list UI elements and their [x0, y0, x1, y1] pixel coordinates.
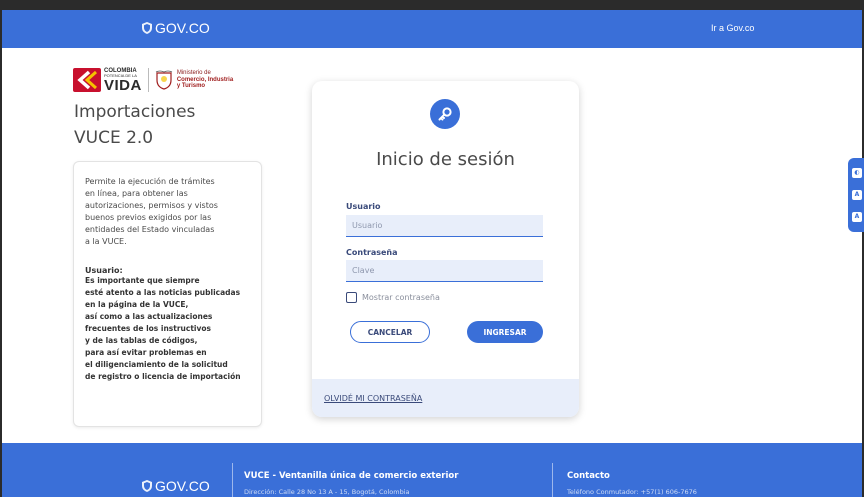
ministry-logo: Ministerio de Comercio, Industria y Turi… — [155, 70, 233, 91]
info-card: Permite la ejecución de trámites en líne… — [73, 161, 262, 427]
gov-co-logo[interactable]: GOV.CO — [142, 20, 210, 36]
username-label: Usuario — [346, 202, 381, 211]
key-badge — [430, 99, 460, 129]
info-note-title: Usuario: — [85, 266, 123, 275]
footer-gov-shield-icon — [142, 480, 152, 492]
show-password-toggle[interactable]: Mostrar contraseña — [346, 292, 440, 303]
password-label: Contraseña — [346, 248, 398, 257]
coat-of-arms-icon — [155, 70, 173, 90]
info-description: Permite la ejecución de trámites en líne… — [85, 177, 218, 246]
brand-divider — [147, 68, 149, 92]
footer-vuce-address: Dirección: Calle 28 No 13 A - 15, Bogotá… — [244, 488, 410, 496]
footer-separator — [552, 463, 553, 497]
footer-separator — [232, 463, 233, 497]
footer-vuce-title: VUCE - Ventanilla única de comercio exte… — [244, 471, 459, 481]
ministry-line-2: Comercio, Industria — [176, 76, 234, 83]
colombia-chevron-icon — [73, 68, 101, 92]
vida-label: VIDA — [104, 76, 142, 94]
login-title: Inicio de sesión — [376, 149, 515, 170]
footer-contact-phone: Teléfono Conmutador: +57(1) 606-7676 — [567, 488, 697, 496]
go-to-gov-link[interactable]: Ir a Gov.co — [711, 23, 754, 33]
brand-logo: COLOMBIA POTENCIA DE LA VIDA Ministerio … — [73, 66, 233, 94]
accessibility-toolbar: ◐ A A — [848, 158, 864, 232]
contrast-icon[interactable]: ◐ — [852, 168, 862, 178]
cancel-button[interactable]: CANCELAR — [350, 321, 430, 343]
gov-shield-icon — [142, 22, 152, 34]
app-subtitle: VUCE 2.0 — [74, 128, 154, 148]
decrease-text-icon[interactable]: A — [852, 190, 862, 200]
username-input[interactable] — [346, 215, 543, 237]
footer-contact-title: Contacto — [567, 471, 610, 481]
gov-co-logo-text: GOV.CO — [155, 20, 210, 36]
show-password-label: Mostrar contraseña — [362, 293, 440, 302]
footer-gov-co-logo[interactable]: GOV.CO — [142, 478, 210, 494]
info-note: Es importante que siempre esté atento a … — [85, 276, 241, 381]
footer-gov-co-text: GOV.CO — [155, 478, 210, 494]
login-button[interactable]: INGRESAR — [467, 321, 543, 343]
top-bar: GOV.CO Ir a Gov.co — [2, 0, 862, 48]
forgot-password-link[interactable]: OLVIDÉ MI CONTRASEÑA — [324, 394, 422, 403]
increase-text-icon[interactable]: A — [852, 212, 862, 222]
show-password-checkbox[interactable] — [346, 292, 357, 303]
colombia-potencia-logo: COLOMBIA POTENCIA DE LA VIDA — [73, 68, 142, 93]
app-title: Importaciones — [74, 102, 196, 122]
ministry-line-3: y Turismo — [176, 83, 206, 90]
ministry-line-1: Ministerio de — [176, 69, 211, 76]
footer: GOV.CO VUCE - Ventanilla única de comerc… — [2, 443, 862, 497]
password-input[interactable] — [346, 260, 543, 282]
login-card: Inicio de sesión Usuario Contraseña Most… — [312, 81, 579, 417]
key-icon — [438, 107, 452, 121]
forgot-password-area: OLVIDÉ MI CONTRASEÑA — [312, 379, 579, 417]
